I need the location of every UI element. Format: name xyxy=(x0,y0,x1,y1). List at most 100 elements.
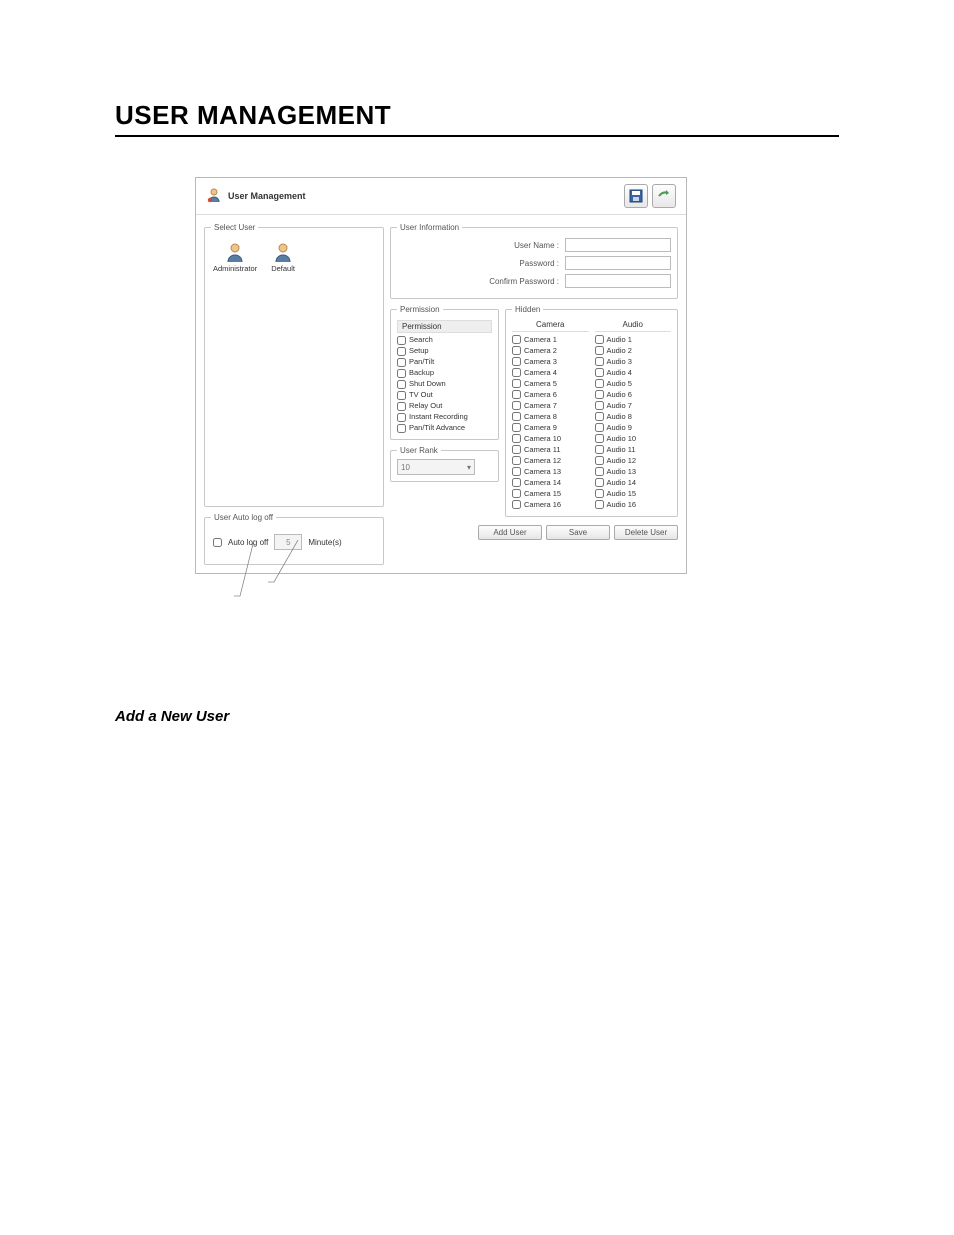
auto-logoff-legend: User Auto log off xyxy=(211,513,276,522)
camera-checkbox[interactable] xyxy=(512,489,521,498)
camera-label: Camera 7 xyxy=(524,400,557,411)
permission-label: Setup xyxy=(409,346,429,356)
camera-label: Camera 3 xyxy=(524,356,557,367)
permission-label: Instant Recording xyxy=(409,412,468,422)
audio-row: Audio 13 xyxy=(595,466,672,477)
audio-checkbox[interactable] xyxy=(595,412,604,421)
camera-checkbox[interactable] xyxy=(512,379,521,388)
audio-row: Audio 16 xyxy=(595,499,672,510)
exit-icon-button[interactable] xyxy=(652,184,676,208)
permission-checkbox[interactable] xyxy=(397,380,406,389)
audio-checkbox[interactable] xyxy=(595,379,604,388)
camera-checkbox[interactable] xyxy=(512,368,521,377)
camera-row: Camera 3 xyxy=(512,356,589,367)
audio-checkbox[interactable] xyxy=(595,478,604,487)
username-input[interactable] xyxy=(565,238,671,252)
audio-checkbox[interactable] xyxy=(595,390,604,399)
confirm-password-input[interactable] xyxy=(565,274,671,288)
camera-label: Camera 15 xyxy=(524,488,561,499)
permission-label: Backup xyxy=(409,368,434,378)
camera-row: Camera 14 xyxy=(512,477,589,488)
audio-checkbox[interactable] xyxy=(595,456,604,465)
camera-checkbox[interactable] xyxy=(512,500,521,509)
auto-logoff-checkbox[interactable] xyxy=(213,538,222,547)
audio-label: Audio 16 xyxy=(607,499,637,510)
camera-checkbox[interactable] xyxy=(512,445,521,454)
user-rank-group: User Rank 10 ▾ xyxy=(390,446,499,482)
audio-row: Audio 11 xyxy=(595,444,672,455)
permission-checkbox[interactable] xyxy=(397,391,406,400)
audio-label: Audio 11 xyxy=(607,444,636,455)
audio-row: Audio 5 xyxy=(595,378,672,389)
floppy-disk-icon xyxy=(629,189,643,203)
camera-column-header: Camera xyxy=(512,320,589,332)
audio-label: Audio 13 xyxy=(607,466,637,477)
camera-row: Camera 15 xyxy=(512,488,589,499)
permission-checkbox[interactable] xyxy=(397,347,406,356)
camera-checkbox[interactable] xyxy=(512,390,521,399)
user-icon xyxy=(272,242,294,262)
password-label: Password : xyxy=(519,259,559,268)
audio-checkbox[interactable] xyxy=(595,489,604,498)
password-input[interactable] xyxy=(565,256,671,270)
camera-checkbox[interactable] xyxy=(512,357,521,366)
add-user-button[interactable]: Add User xyxy=(478,525,542,540)
audio-row: Audio 3 xyxy=(595,356,672,367)
delete-user-button[interactable]: Delete User xyxy=(614,525,678,540)
page-title: USER MANAGEMENT xyxy=(115,100,839,137)
permission-label: TV Out xyxy=(409,390,433,400)
camera-checkbox[interactable] xyxy=(512,401,521,410)
audio-row: Audio 9 xyxy=(595,422,672,433)
camera-checkbox[interactable] xyxy=(512,335,521,344)
camera-label: Camera 9 xyxy=(524,422,557,433)
user-management-dialog: User Management xyxy=(195,177,687,574)
permission-checkbox[interactable] xyxy=(397,358,406,367)
audio-label: Audio 12 xyxy=(607,455,637,466)
audio-checkbox[interactable] xyxy=(595,434,604,443)
permission-item: Instant Recording xyxy=(397,412,492,422)
permission-checkbox[interactable] xyxy=(397,402,406,411)
camera-label: Camera 5 xyxy=(524,378,557,389)
audio-label: Audio 5 xyxy=(607,378,632,389)
camera-checkbox[interactable] xyxy=(512,434,521,443)
user-item-default[interactable]: Default xyxy=(271,242,295,273)
audio-label: Audio 1 xyxy=(607,334,632,345)
user-label: Administrator xyxy=(213,264,257,273)
audio-checkbox[interactable] xyxy=(595,335,604,344)
audio-checkbox[interactable] xyxy=(595,346,604,355)
audio-checkbox[interactable] xyxy=(595,401,604,410)
user-rank-select[interactable]: 10 ▾ xyxy=(397,459,475,475)
audio-label: Audio 2 xyxy=(607,345,632,356)
camera-row: Camera 1 xyxy=(512,334,589,345)
audio-checkbox[interactable] xyxy=(595,445,604,454)
camera-label: Camera 2 xyxy=(524,345,557,356)
camera-checkbox[interactable] xyxy=(512,346,521,355)
audio-checkbox[interactable] xyxy=(595,423,604,432)
camera-checkbox[interactable] xyxy=(512,467,521,476)
camera-checkbox[interactable] xyxy=(512,423,521,432)
audio-row: Audio 10 xyxy=(595,433,672,444)
save-button[interactable]: Save xyxy=(546,525,610,540)
camera-checkbox[interactable] xyxy=(512,478,521,487)
user-label: Default xyxy=(271,264,295,273)
audio-checkbox[interactable] xyxy=(595,500,604,509)
camera-row: Camera 5 xyxy=(512,378,589,389)
select-user-legend: Select User xyxy=(211,223,258,232)
permission-checkbox[interactable] xyxy=(397,413,406,422)
camera-checkbox[interactable] xyxy=(512,456,521,465)
audio-checkbox[interactable] xyxy=(595,467,604,476)
save-icon-button[interactable] xyxy=(624,184,648,208)
user-icon xyxy=(224,242,246,262)
camera-checkbox[interactable] xyxy=(512,412,521,421)
audio-checkbox[interactable] xyxy=(595,368,604,377)
permission-checkbox[interactable] xyxy=(397,369,406,378)
chevron-down-icon: ▾ xyxy=(467,463,471,472)
permission-checkbox[interactable] xyxy=(397,336,406,345)
user-item-administrator[interactable]: Administrator xyxy=(213,242,257,273)
permission-checkbox[interactable] xyxy=(397,424,406,433)
camera-row: Camera 8 xyxy=(512,411,589,422)
callout-lines xyxy=(230,568,839,628)
audio-checkbox[interactable] xyxy=(595,357,604,366)
audio-label: Audio 8 xyxy=(607,411,632,422)
camera-label: Camera 4 xyxy=(524,367,557,378)
